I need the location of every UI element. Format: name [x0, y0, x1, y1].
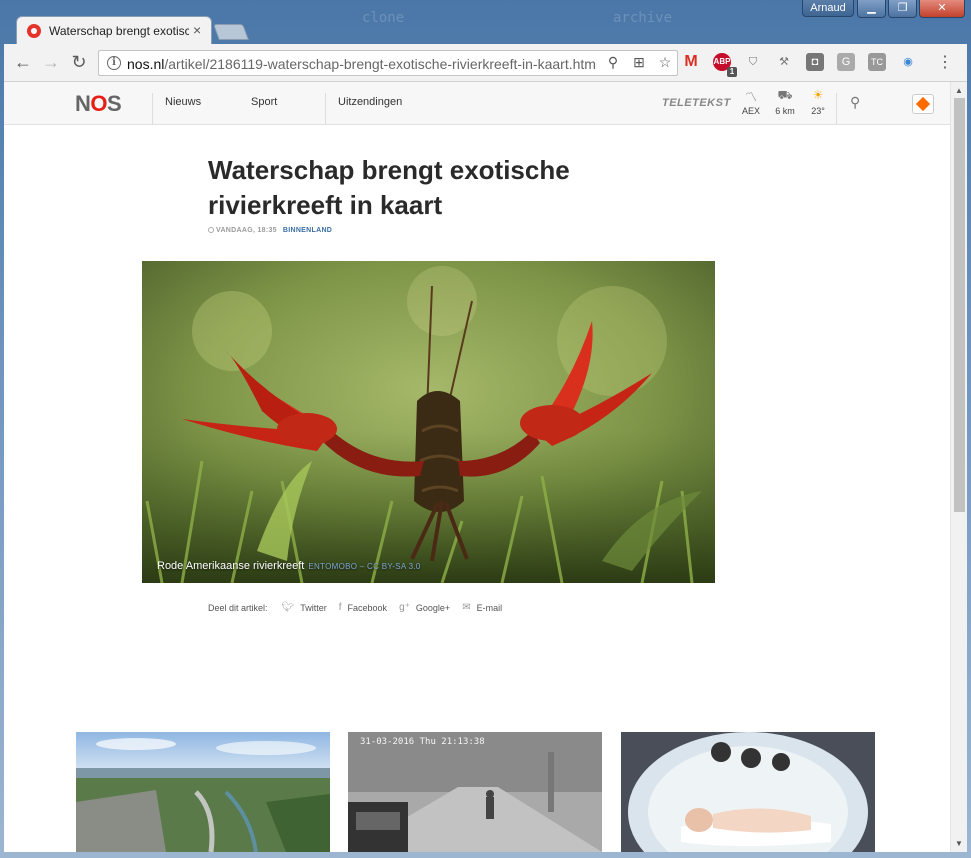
info-icon[interactable]: i [107, 56, 121, 70]
google-plus-icon: g⁺ [399, 602, 410, 613]
share-twitter-label: Twitter [300, 602, 327, 613]
hero-image: Rode Amerikaanse rivierkreeft ENTOMOBO – … [142, 261, 715, 583]
npo-logo-icon [915, 96, 931, 112]
share-bar: Deel dit artikel: 🐦︎ Twitter f Facebook g⁺… [208, 602, 502, 613]
share-google-label: Google+ [415, 602, 451, 613]
logo-letter-s: S [107, 91, 122, 116]
url-path: /artikel/2186119-waterschap-brengt-exoti… [164, 56, 597, 72]
tab-close-icon[interactable]: × [193, 22, 201, 38]
gmail-extension-icon[interactable]: M [682, 53, 700, 71]
reload-icon[interactable]: ↻ [68, 52, 90, 73]
nos-favicon-icon [27, 24, 41, 38]
scrollbar-thumb[interactable] [954, 98, 965, 512]
zoom-icon[interactable]: ⚲ [605, 54, 621, 72]
ghost-label-clone: clone [362, 10, 405, 26]
weather-label: 23° [811, 106, 825, 116]
nav-divider [325, 93, 326, 124]
maximize-button[interactable]: ❐ [888, 0, 917, 18]
page-viewport: NOS Nieuws Sport Uitzendingen TELETEKST … [4, 82, 967, 852]
abp-badge-count: 1 [727, 67, 737, 77]
globe-extension-icon[interactable]: ◉ [899, 53, 917, 71]
related-thumbnail-cctv[interactable]: 31-03-2016 Thu 21:13:38 [348, 732, 602, 852]
logo-letter-o: O [90, 91, 108, 116]
url-host: nos.nl [127, 56, 165, 72]
search-icon[interactable]: ⚲ [850, 94, 860, 111]
car-icon: ⛟ [777, 88, 793, 102]
url-text[interactable]: nos.nl/artikel/2186119-waterschap-brengt… [127, 56, 597, 72]
minimize-button[interactable]: ▁ [857, 0, 886, 18]
traffic-label: 6 km [775, 106, 795, 116]
incubator-photo [621, 732, 875, 852]
profile-button[interactable]: Arnaud [802, 0, 854, 17]
crayfish-photo [142, 261, 715, 583]
share-email-label: E-mail [476, 602, 503, 613]
aerial-photo [76, 732, 330, 852]
image-caption: Rode Amerikaanse rivierkreeft ENTOMOBO – … [157, 560, 421, 572]
nav-divider [836, 93, 837, 124]
weather-widget[interactable]: ☀ 23° [803, 88, 833, 116]
cctv-photo: 31-03-2016 Thu 21:13:38 [348, 732, 602, 852]
related-thumbnail-aerial[interactable] [76, 732, 330, 852]
nos-logo[interactable]: NOS [75, 91, 122, 117]
browser-tab[interactable]: Waterschap brengt exotische rivierkreeft… [16, 16, 212, 44]
cctv-timestamp: 31-03-2016 Thu 21:13:38 [360, 737, 485, 747]
ghost-label-archive: archive [613, 10, 673, 26]
logo-letter-n: N [75, 91, 91, 116]
traffic-widget[interactable]: ⛟ 6 km [770, 88, 800, 116]
tool-extension-icon[interactable]: ⚒ [775, 53, 793, 71]
article-title: Waterschap brengt exotische rivierkreeft… [208, 155, 570, 220]
article-category[interactable]: BINNENLAND [283, 227, 332, 234]
omnibox-icons: ⚲ ⊞ ☆ [605, 54, 673, 72]
window-controls: ▁ ❐ ✕ [857, 0, 965, 18]
facebook-icon: f [338, 602, 342, 613]
twitter-icon: 🐦︎ [281, 602, 295, 613]
share-email-link[interactable]: ✉ E-mail [462, 602, 502, 613]
extensions-bar: M ABP 1 ⛉ ⚒ ◘ G TC ◉ [682, 53, 917, 77]
aex-label: AEX [741, 106, 760, 116]
article-meta: VANDAAG, 18:35 BINNENLAND [208, 227, 332, 234]
share-facebook-link[interactable]: f Facebook [339, 602, 387, 613]
g-extension-icon[interactable]: G [837, 53, 855, 71]
back-arrow-icon[interactable]: ← [12, 52, 34, 73]
forward-arrow-icon[interactable]: → [40, 52, 62, 73]
sun-icon: ☀ [812, 88, 824, 102]
site-header: NOS Nieuws Sport Uitzendingen TELETEKST … [4, 82, 950, 125]
tab-title: Waterschap brengt exotische rivierkreeft… [49, 24, 189, 38]
address-bar[interactable]: i nos.nl/artikel/2186119-waterschap-bren… [98, 50, 678, 76]
image-credit[interactable]: ENTOMOBO – CC BY-SA 3.0 [308, 562, 420, 571]
email-icon: ✉ [462, 602, 471, 613]
scroll-down-arrow-icon[interactable]: ▼ [955, 839, 963, 848]
adblock-plus-extension-icon[interactable]: ABP 1 [713, 53, 737, 77]
share-facebook-label: Facebook [347, 602, 388, 613]
npo-button[interactable] [912, 94, 934, 114]
article-time: VANDAAG, 18:35 [216, 227, 277, 234]
new-tab-button[interactable] [213, 24, 249, 40]
stock-chart-icon: 〽 [744, 90, 757, 104]
nav-link-nieuws[interactable]: Nieuws [165, 96, 201, 108]
caption-text: Rode Amerikaanse rivierkreeft [157, 560, 305, 572]
title-bar: clone archive Arnaud ▁ ❐ ✕ Waterschap br… [0, 0, 971, 44]
scroll-up-arrow-icon[interactable]: ▲ [955, 86, 963, 95]
nav-divider [152, 93, 153, 124]
share-twitter-link[interactable]: 🐦︎ Twitter [282, 602, 327, 613]
nav-link-sport[interactable]: Sport [251, 96, 277, 108]
browser-toolbar: ← → ↻ i nos.nl/artikel/2186119-waterscha… [4, 44, 967, 82]
teletekst-link[interactable]: TELETEKST [662, 97, 731, 109]
related-thumbnail-incubator[interactable] [621, 732, 875, 852]
clock-icon [208, 227, 214, 233]
close-window-button[interactable]: ✕ [919, 0, 965, 18]
vertical-scrollbar[interactable]: ▲ ▼ [950, 82, 967, 852]
browser-window: clone archive Arnaud ▁ ❐ ✕ Waterschap br… [0, 0, 971, 858]
note-extension-icon[interactable]: ◘ [806, 53, 824, 71]
chrome-menu-icon[interactable]: ⋮ [937, 52, 953, 72]
share-google-link[interactable]: g⁺ Google+ [399, 602, 450, 613]
nav-link-uitzendingen[interactable]: Uitzendingen [338, 96, 402, 108]
tc-extension-icon[interactable]: TC [868, 53, 886, 71]
bookmark-star-icon[interactable]: ☆ [657, 54, 673, 72]
aex-widget[interactable]: 〽 AEX [736, 88, 766, 116]
abp-label: ABP [713, 57, 731, 66]
share-label: Deel dit artikel: [208, 602, 268, 613]
translate-icon[interactable]: ⊞ [631, 54, 647, 72]
shield-extension-icon[interactable]: ⛉ [744, 53, 762, 71]
